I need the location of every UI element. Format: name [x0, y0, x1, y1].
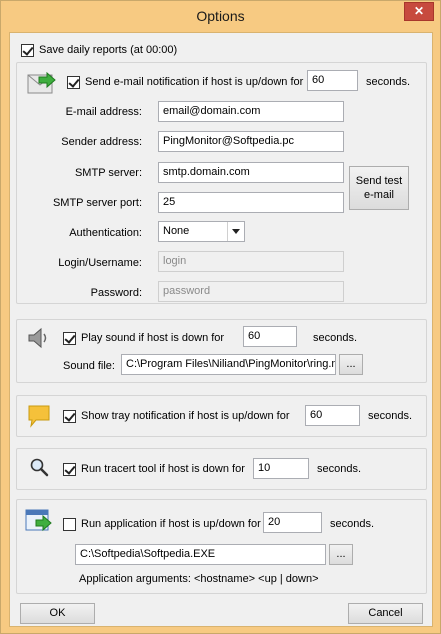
run-application-checkbox[interactable]: [63, 518, 76, 531]
sound-file-field[interactable]: C:\Program Files\Niliand\PingMonitor\rin…: [121, 354, 336, 375]
tray-duration-field[interactable]: 60: [305, 405, 360, 426]
tray-notification-checkbox[interactable]: [63, 410, 76, 423]
email-address-label: E-mail address:: [65, 106, 142, 118]
email-notification-label: Send e-mail notification if host is up/d…: [85, 76, 304, 88]
smtp-port-label: SMTP server port:: [52, 197, 142, 209]
tray-notification-panel: Show tray notification if host is up/dow…: [16, 395, 427, 437]
run-application-panel: Run application if host is up/down for 2…: [16, 499, 427, 594]
send-test-email-line2: e-mail: [364, 189, 394, 201]
authentication-select[interactable]: None: [158, 221, 245, 242]
run-application-icon: [25, 509, 52, 532]
close-button[interactable]: ✕: [404, 2, 434, 21]
tracert-panel: Run tracert tool if host is down for 10 …: [16, 448, 427, 490]
sound-browse-button[interactable]: ...: [339, 354, 363, 375]
cancel-button[interactable]: Cancel: [348, 603, 423, 624]
application-browse-button[interactable]: ...: [329, 544, 353, 565]
tracert-label: Run tracert tool if host is down for: [81, 463, 245, 475]
application-seconds-label: seconds.: [330, 518, 375, 530]
tracert-seconds-label: seconds.: [317, 463, 362, 475]
run-application-label: Run application if host is up/down for: [81, 518, 261, 530]
window-title: Options: [196, 8, 245, 24]
tracert-duration-field[interactable]: 10: [253, 458, 309, 479]
magnifier-icon: [30, 458, 49, 477]
play-sound-label: Play sound if host is down for: [81, 332, 225, 344]
email-seconds-label: seconds.: [366, 76, 411, 88]
speaker-icon: [28, 327, 47, 349]
application-duration-field[interactable]: 20: [263, 512, 322, 533]
authentication-label: Authentication:: [69, 227, 142, 239]
smtp-port-field[interactable]: 25: [158, 192, 344, 213]
authentication-selected-value: None: [163, 225, 190, 237]
daily-reports-label: Save daily reports (at 00:00): [39, 44, 178, 56]
email-duration-field[interactable]: 60: [307, 70, 358, 91]
tracert-checkbox[interactable]: [63, 463, 76, 476]
password-label: Password:: [90, 287, 142, 299]
smtp-server-label: SMTP server:: [74, 167, 142, 179]
email-notification-panel: Send e-mail notification if host is up/d…: [16, 62, 427, 304]
application-path-field[interactable]: C:\Softpedia\Softpedia.EXE: [75, 544, 326, 565]
notification-bubble-icon: [28, 405, 50, 428]
sound-seconds-label: seconds.: [313, 332, 358, 344]
send-test-email-line1: Send test: [355, 175, 403, 187]
smtp-server-field[interactable]: smtp.domain.com: [158, 162, 344, 183]
daily-reports-checkbox[interactable]: [21, 44, 34, 57]
title-bar: Options ✕: [1, 1, 440, 32]
login-label: Login/Username:: [58, 257, 142, 269]
password-field[interactable]: password: [158, 281, 344, 302]
sender-address-label: Sender address:: [61, 136, 142, 148]
email-forward-icon: [27, 71, 56, 94]
send-test-email-button[interactable]: Send test e-mail: [349, 166, 409, 210]
email-notification-checkbox[interactable]: [67, 76, 80, 89]
sound-file-label: Sound file:: [63, 360, 115, 372]
sound-duration-field[interactable]: 60: [243, 326, 297, 347]
application-arguments-label: Application arguments: <hostname> <up | …: [79, 573, 319, 585]
ok-button[interactable]: OK: [20, 603, 95, 624]
chevron-down-icon: [227, 222, 244, 241]
close-icon: ✕: [413, 4, 425, 18]
tray-seconds-label: seconds.: [368, 410, 413, 422]
login-field[interactable]: login: [158, 251, 344, 272]
dialog-client-area: Save daily reports (at 00:00) Send e-mai…: [9, 32, 433, 627]
play-sound-checkbox[interactable]: [63, 332, 76, 345]
email-address-field[interactable]: email@domain.com: [158, 101, 344, 122]
sender-address-field[interactable]: PingMonitor@Softpedia.pc: [158, 131, 344, 152]
options-window: Options ✕ Save daily reports (at 00:00) …: [0, 0, 441, 634]
sound-panel: Play sound if host is down for 60 second…: [16, 319, 427, 383]
tray-notification-label: Show tray notification if host is up/dow…: [81, 410, 290, 422]
